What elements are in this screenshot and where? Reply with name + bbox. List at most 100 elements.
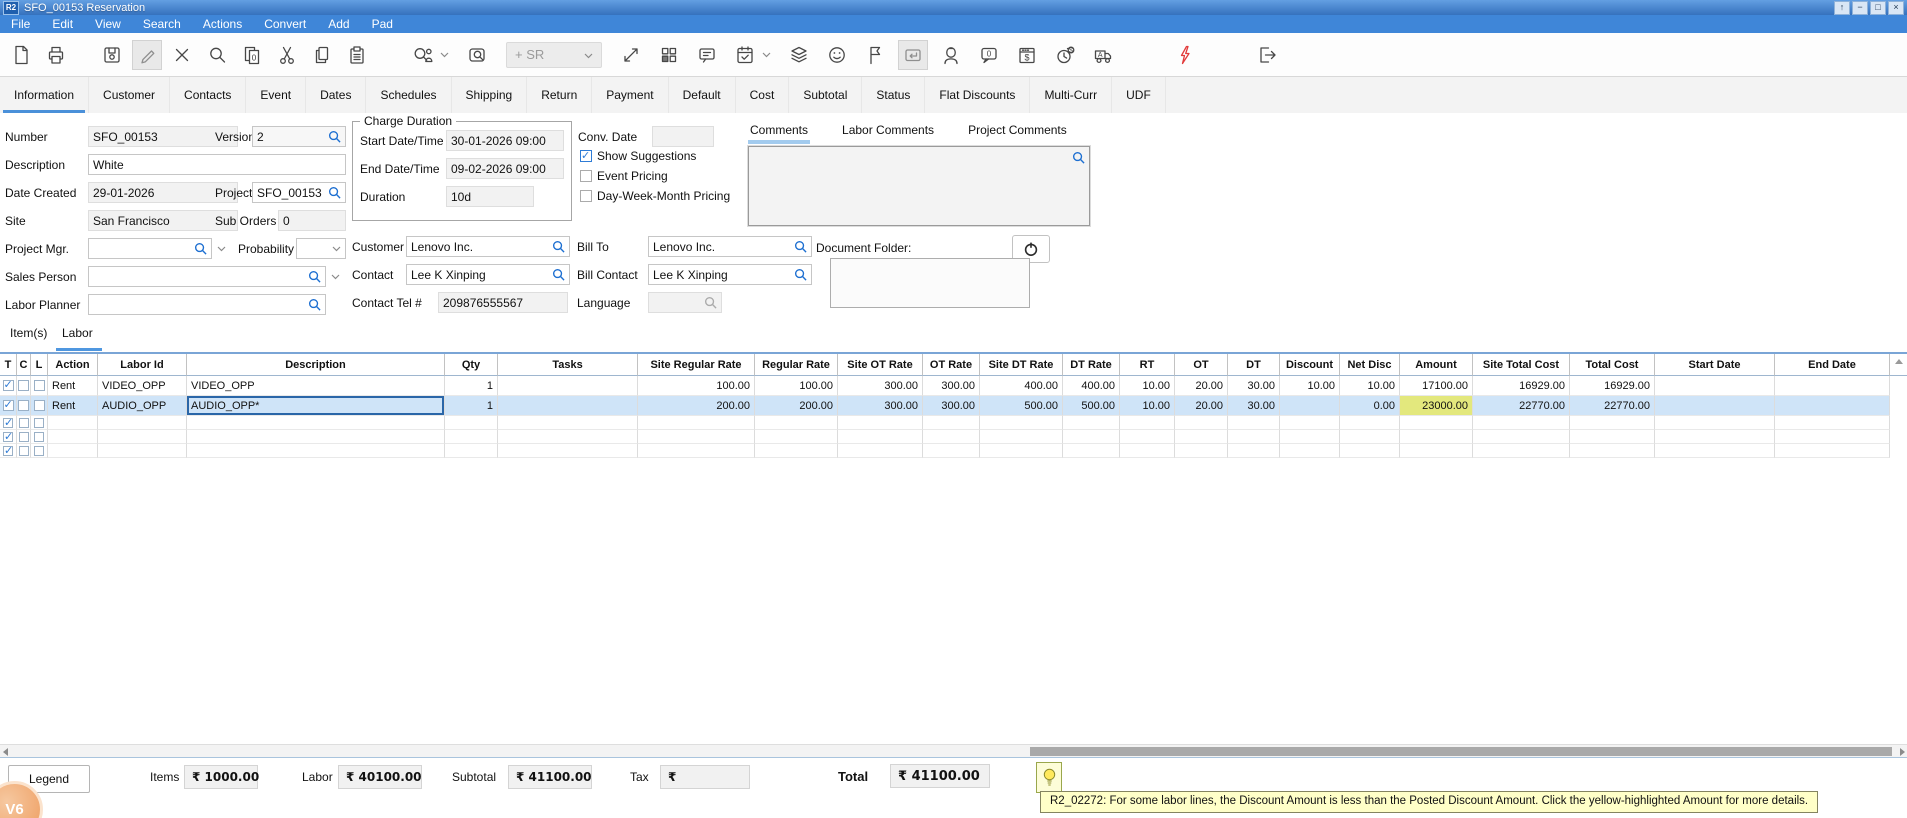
search-icon[interactable] [1072, 151, 1085, 164]
cell-c[interactable] [17, 444, 31, 458]
cell-start-date[interactable] [1655, 416, 1775, 430]
search-icon[interactable] [194, 242, 207, 255]
row-flag-checkbox[interactable] [34, 400, 45, 411]
empty-row[interactable] [0, 444, 1907, 458]
cell-amount[interactable] [1400, 416, 1473, 430]
cell-end-date[interactable] [1775, 444, 1890, 458]
close-icon[interactable]: × [1888, 1, 1904, 15]
cell-amount[interactable]: 23000.00 [1400, 396, 1473, 416]
cell-l[interactable] [31, 430, 48, 444]
cell-site-regular-rate[interactable] [638, 430, 755, 444]
minimize-icon[interactable]: − [1852, 1, 1868, 15]
cell-regular-rate[interactable] [755, 430, 838, 444]
tab-labor[interactable]: Labor [62, 326, 93, 340]
cell-t[interactable] [0, 376, 17, 396]
column-header-c[interactable]: C [17, 354, 31, 376]
cell-start-date[interactable] [1655, 444, 1775, 458]
menu-file[interactable]: File [0, 15, 41, 33]
cell-site-ot-rate[interactable]: 300.00 [838, 376, 923, 396]
cell-end-date[interactable] [1775, 376, 1890, 396]
column-header-ot[interactable]: OT [1175, 354, 1228, 376]
duration-field[interactable]: 10d [446, 186, 534, 207]
cell-description[interactable]: AUDIO_OPP* [187, 396, 445, 416]
cell-action[interactable] [48, 430, 98, 444]
cell-end-date[interactable] [1775, 416, 1890, 430]
cell-net-disc[interactable]: 0.00 [1340, 396, 1400, 416]
tab-multi-curr[interactable]: Multi-Curr [1030, 77, 1112, 113]
cell-dt[interactable]: 30.00 [1228, 376, 1280, 396]
menu-pad[interactable]: Pad [361, 15, 404, 33]
cell-site-total-cost[interactable]: 16929.00 [1473, 376, 1570, 396]
end-datetime-field[interactable]: 09-02-2026 09:00 [446, 158, 564, 179]
cell-net-disc[interactable]: 10.00 [1340, 376, 1400, 396]
lightbulb-icon[interactable] [1036, 762, 1062, 793]
cell-description[interactable] [187, 444, 445, 458]
row-flag-checkbox[interactable] [34, 446, 44, 456]
cell-discount[interactable] [1280, 396, 1340, 416]
cell-t[interactable] [0, 416, 17, 430]
tab-schedules[interactable]: Schedules [366, 77, 451, 113]
column-header-action[interactable]: Action [48, 354, 98, 376]
cell-site-total-cost[interactable] [1473, 430, 1570, 444]
cell-site-regular-rate[interactable]: 200.00 [638, 396, 755, 416]
project-field[interactable]: SFO_00153 [252, 182, 346, 203]
cell-regular-rate[interactable] [755, 444, 838, 458]
comment-counter-icon[interactable]: 0 [974, 40, 1004, 70]
cell-ot[interactable]: 20.00 [1175, 396, 1228, 416]
column-header-dt-rate[interactable]: DT Rate [1063, 354, 1120, 376]
cell-labor-id[interactable] [98, 416, 187, 430]
conv-date-field[interactable] [652, 126, 714, 147]
cell-labor-id[interactable] [98, 444, 187, 458]
cell-t[interactable] [0, 430, 17, 444]
grid-scroll-up-icon[interactable] [1895, 359, 1903, 364]
row-select-checkbox[interactable] [3, 418, 13, 428]
cell-site-ot-rate[interactable] [838, 430, 923, 444]
column-header-amount[interactable]: Amount [1400, 354, 1473, 376]
discount-warning-tooltip[interactable]: R2_02272: For some labor lines, the Disc… [1040, 791, 1818, 813]
cell-site-total-cost[interactable]: 22770.00 [1473, 396, 1570, 416]
menu-actions[interactable]: Actions [192, 15, 253, 33]
cell-end-date[interactable] [1775, 430, 1890, 444]
menu-convert[interactable]: Convert [253, 15, 317, 33]
column-header-site-ot-rate[interactable]: Site OT Rate [838, 354, 923, 376]
cut-icon[interactable] [272, 40, 302, 70]
cell-tasks[interactable] [498, 376, 638, 396]
start-datetime-field[interactable]: 30-01-2026 09:00 [446, 130, 564, 151]
cell-site-dt-rate[interactable]: 400.00 [980, 376, 1063, 396]
column-header-l[interactable]: L [31, 354, 48, 376]
row-flag-checkbox[interactable] [18, 380, 29, 391]
tab-customer[interactable]: Customer [89, 77, 170, 113]
menu-add[interactable]: Add [317, 15, 360, 33]
cell-dt-rate[interactable] [1063, 416, 1120, 430]
cell-rt[interactable] [1120, 444, 1175, 458]
paste-icon[interactable] [342, 40, 372, 70]
cell-rt[interactable] [1120, 416, 1175, 430]
cell-l[interactable] [31, 376, 48, 396]
row-flag-checkbox[interactable] [19, 446, 29, 456]
option-day-week-month-pricing[interactable]: Day-Week-Month Pricing [580, 189, 730, 203]
cell-t[interactable] [0, 396, 17, 416]
cell-ot-rate[interactable]: 300.00 [923, 376, 980, 396]
tab-default[interactable]: Default [669, 77, 736, 113]
cell-qty[interactable] [445, 430, 498, 444]
chevron-down-icon[interactable] [584, 47, 593, 62]
cell-ot[interactable] [1175, 444, 1228, 458]
row-select-checkbox[interactable] [3, 400, 14, 411]
cell-qty[interactable]: 1 [445, 376, 498, 396]
bill-to-field[interactable]: Lenovo Inc. [648, 236, 812, 257]
cell-description[interactable] [187, 416, 445, 430]
row-flag-checkbox[interactable] [19, 418, 29, 428]
cell-l[interactable] [31, 416, 48, 430]
description-field[interactable]: White [88, 154, 346, 175]
menu-search[interactable]: Search [132, 15, 192, 33]
cell-discount[interactable] [1280, 444, 1340, 458]
checkbox-icon[interactable] [580, 190, 592, 202]
cell-site-regular-rate[interactable] [638, 416, 755, 430]
cell-start-date[interactable] [1655, 430, 1775, 444]
cell-labor-id[interactable]: VIDEO_OPP [98, 376, 187, 396]
new-document-icon[interactable] [6, 40, 36, 70]
tab-dates[interactable]: Dates [306, 77, 366, 113]
tab-flat-discounts[interactable]: Flat Discounts [925, 77, 1030, 113]
search-icon[interactable] [308, 270, 321, 283]
column-header-ot-rate[interactable]: OT Rate [923, 354, 980, 376]
